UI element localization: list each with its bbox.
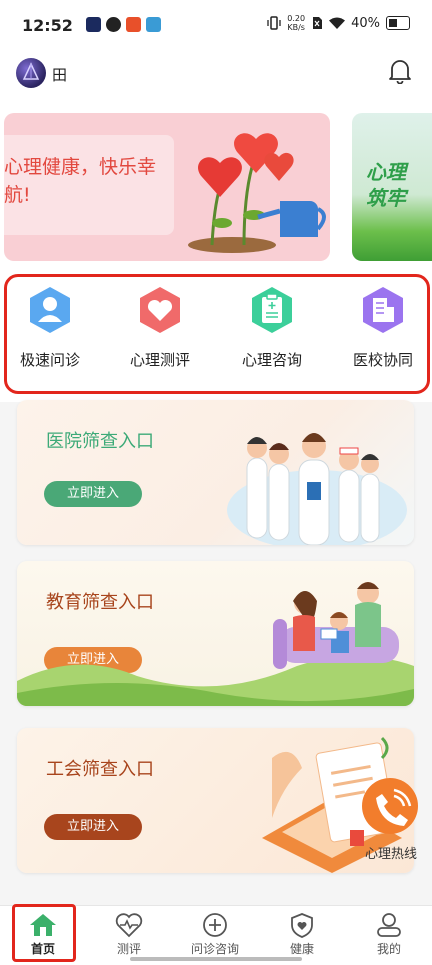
- net-speed: 0.20 KB/s: [287, 14, 305, 32]
- hearts-watering-illustration: [188, 133, 326, 253]
- banner-text-line: 心理: [366, 160, 406, 184]
- family-reading-illustration: [17, 582, 414, 706]
- status-time: 12:52: [22, 16, 73, 35]
- battery-percent: 40%: [351, 15, 380, 31]
- avatar-graphic-icon: [22, 62, 40, 80]
- banner-slide-next[interactable]: 心理 筑牢: [352, 113, 432, 261]
- card-hospital-screening[interactable]: 医院筛查入口 立即进入: [17, 400, 414, 545]
- home-indicator: [130, 957, 302, 961]
- username[interactable]: 田: [52, 64, 67, 85]
- banner-text-line: 航!: [4, 184, 31, 206]
- shield-heart-icon: [291, 913, 313, 938]
- vibrate-icon: [267, 16, 281, 30]
- enter-button[interactable]: 立即进入: [44, 814, 142, 840]
- wifi-icon: [329, 17, 346, 29]
- battery-icon: [386, 16, 410, 30]
- tab-label: 问诊咨询: [190, 942, 239, 956]
- hotline-label[interactable]: 心理热线: [365, 843, 417, 862]
- tab-assessment[interactable]: 测评: [89, 912, 169, 957]
- net-speed-value: 0.20: [287, 14, 306, 23]
- status-bar: 12:52 0.20 KB/s 40%: [0, 0, 432, 52]
- banner-text-line: 心理健康，快乐幸: [4, 156, 157, 178]
- banner-next-text: 心理 筑牢: [366, 159, 406, 211]
- highlight-frame: [4, 274, 430, 394]
- phone-icon: [376, 788, 412, 826]
- tab-label: 测评: [116, 942, 141, 956]
- doctors-illustration: [227, 433, 407, 545]
- tab-profile[interactable]: 我的: [349, 912, 429, 957]
- tab-health[interactable]: 健康: [262, 912, 342, 957]
- plus-circle-icon: [203, 913, 227, 937]
- app-notification-icon: [126, 17, 141, 32]
- card-title: 工会筛查入口: [46, 759, 154, 780]
- app-notification-icon: [106, 17, 121, 32]
- notification-icons: [86, 17, 161, 32]
- banner-text-line: 筑牢: [366, 186, 406, 210]
- no-sim-icon: [313, 17, 323, 29]
- banner-carousel[interactable]: 心理健康，快乐幸 航! 心理 筑牢: [0, 107, 432, 267]
- card-union-screening[interactable]: 工会筛查入口 立即进入: [17, 728, 414, 873]
- enter-button[interactable]: 立即进入: [44, 481, 142, 507]
- tab-label: 我的: [376, 942, 401, 956]
- banner-text: 心理健康，快乐幸 航!: [4, 153, 156, 209]
- highlight-frame: [12, 904, 76, 962]
- status-right: 0.20 KB/s 40%: [267, 14, 410, 32]
- bell-icon[interactable]: [388, 58, 412, 84]
- app-notification-icon: [146, 17, 161, 32]
- hotline-button[interactable]: [362, 778, 418, 834]
- avatar[interactable]: [16, 58, 46, 88]
- card-title: 医院筛查入口: [46, 431, 154, 452]
- net-speed-unit: KB/s: [287, 23, 305, 32]
- banner-slide[interactable]: 心理健康，快乐幸 航!: [4, 113, 330, 261]
- top-header: 田: [0, 52, 432, 107]
- user-icon: [377, 913, 401, 937]
- tab-consultation[interactable]: 问诊咨询: [175, 912, 255, 957]
- heartbeat-icon: [115, 913, 143, 938]
- card-education-screening[interactable]: 教育筛查入口 立即进入: [17, 561, 414, 706]
- app-notification-icon: [86, 17, 101, 32]
- tab-label: 健康: [289, 942, 314, 956]
